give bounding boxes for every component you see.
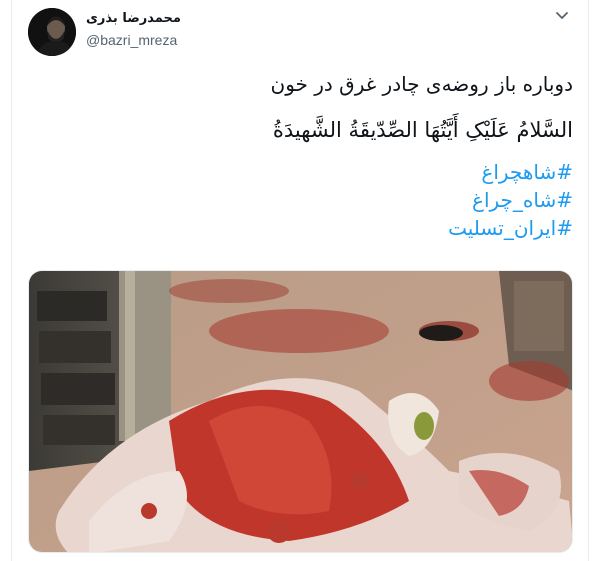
author-handle[interactable]: @bazri_mreza xyxy=(86,31,181,49)
tweet-photo[interactable] xyxy=(28,270,573,553)
tweet-card[interactable]: محمدرضا بذری @bazri_mreza دوباره باز روض… xyxy=(11,0,589,561)
user-avatar-icon xyxy=(28,8,76,56)
tweet-text-line-1: دوباره باز روضه‌ی چادر غرق در خون xyxy=(270,72,573,96)
more-options-icon[interactable] xyxy=(552,8,572,22)
author-avatar[interactable] xyxy=(28,8,76,56)
photo-content xyxy=(29,271,572,552)
hashtag-link[interactable]: #شاه_چراغ xyxy=(43,186,573,214)
hashtag-link[interactable]: #شاهچراغ xyxy=(43,158,573,186)
tweet-text-line-2: السَّلامُ عَلَیْکِ أَیَّتُهَا الصِّدّیقَ… xyxy=(272,118,573,142)
author-display-name[interactable]: محمدرضا بذری xyxy=(86,10,181,28)
tweet-text: دوباره باز روضه‌ی چادر غرق در خون السَّل… xyxy=(43,70,573,242)
hashtag-link[interactable]: #ایران_تسلیت xyxy=(43,214,573,242)
author-info[interactable]: محمدرضا بذری @bazri_mreza xyxy=(86,10,181,49)
hashtag-list: #شاهچراغ #شاه_چراغ #ایران_تسلیت xyxy=(43,158,573,242)
